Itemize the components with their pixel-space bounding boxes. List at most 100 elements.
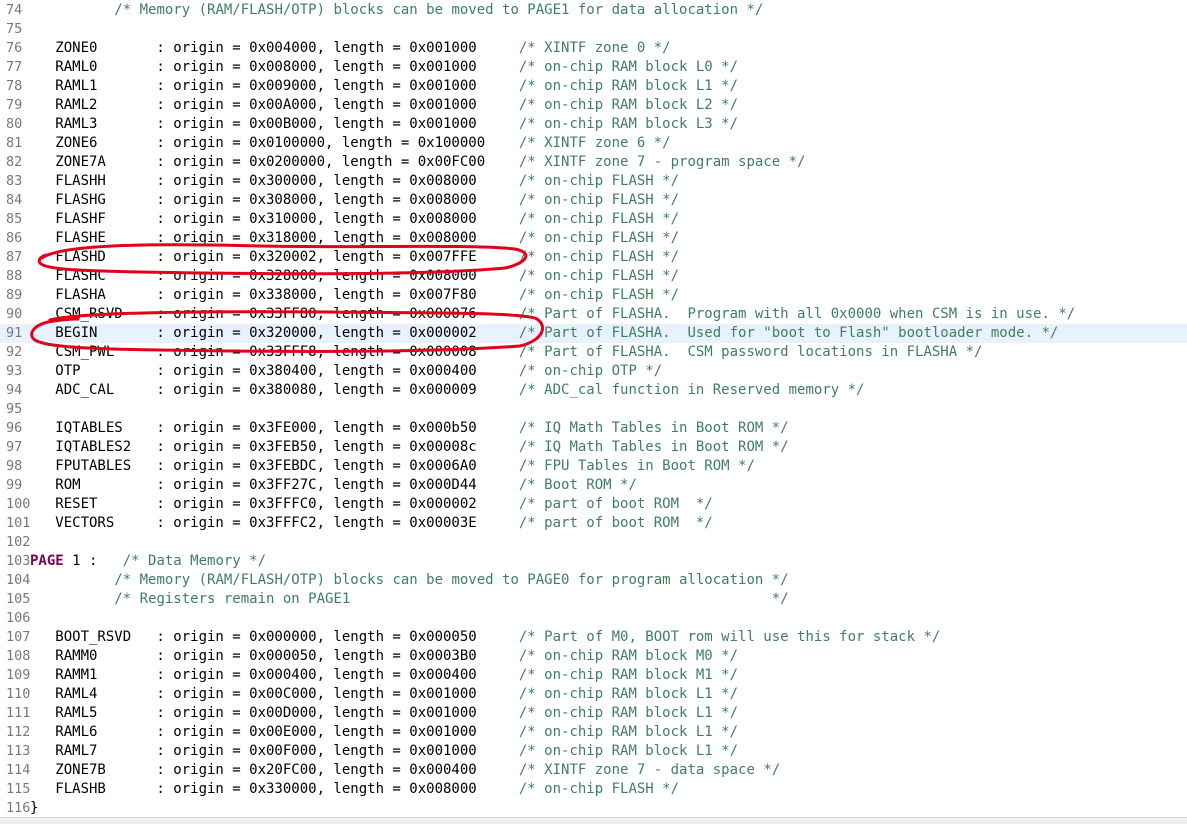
code-comment: /* on-chip RAM block L3 */: [518, 116, 739, 132]
line-number: 115: [6, 781, 31, 797]
code-line[interactable]: 100 RESET : origin = 0x3FFFC0, length = …: [0, 495, 1187, 514]
line-number: 111: [6, 705, 31, 721]
code-comment: /* Part of FLASHA. Used for "boot to Fla…: [518, 325, 1059, 341]
code-body: ZONE7A : origin = 0x0200000, length = 0x…: [30, 154, 519, 170]
code-text: RAML3 : origin = 0x00B000, length = 0x00…: [30, 115, 738, 134]
code-line[interactable]: 95: [0, 400, 1187, 419]
line-number: 93: [6, 363, 23, 379]
code-body: CSM_RSVD : origin = 0x33FF80, length = 0…: [30, 306, 519, 322]
line-number: 79: [6, 97, 23, 113]
code-line[interactable]: 99 ROM : origin = 0x3FF27C, length = 0x0…: [0, 476, 1187, 495]
code-line[interactable]: 104 /* Memory (RAM/FLASH/OTP) blocks can…: [0, 571, 1187, 590]
code-line[interactable]: 83 FLASHH : origin = 0x300000, length = …: [0, 172, 1187, 191]
code-line[interactable]: 92 CSM_PWL : origin = 0x33FFF8, length =…: [0, 343, 1187, 362]
line-number: 78: [6, 78, 23, 94]
code-line[interactable]: 108 RAMM0 : origin = 0x000050, length = …: [0, 647, 1187, 666]
code-line[interactable]: 93 OTP : origin = 0x380400, length = 0x0…: [0, 362, 1187, 381]
code-body: ZONE0 : origin = 0x004000, length = 0x00…: [30, 40, 519, 56]
code-body: RAML1 : origin = 0x009000, length = 0x00…: [30, 78, 519, 94]
line-number: 103: [6, 553, 31, 569]
code-text: FLASHB : origin = 0x330000, length = 0x0…: [30, 780, 679, 799]
code-line[interactable]: 77 RAML0 : origin = 0x008000, length = 0…: [0, 58, 1187, 77]
line-number: 87: [6, 249, 23, 265]
line-number: 97: [6, 439, 23, 455]
code-text: ZONE6 : origin = 0x0100000, length = 0x1…: [30, 134, 670, 153]
code-line[interactable]: 79 RAML2 : origin = 0x00A000, length = 0…: [0, 96, 1187, 115]
code-line[interactable]: 111 RAML5 : origin = 0x00D000, length = …: [0, 704, 1187, 723]
code-line[interactable]: 96 IQTABLES : origin = 0x3FE000, length …: [0, 419, 1187, 438]
code-comment: /* on-chip RAM block L2 */: [518, 97, 739, 113]
code-line[interactable]: 86 FLASHE : origin = 0x318000, length = …: [0, 229, 1187, 248]
code-line[interactable]: 105 /* Registers remain on PAGE1 */: [0, 590, 1187, 609]
line-number: 114: [6, 762, 31, 778]
code-comment: /* on-chip FLASH */: [518, 173, 680, 189]
code-line[interactable]: 116}: [0, 799, 1187, 818]
code-line[interactable]: 81 ZONE6 : origin = 0x0100000, length = …: [0, 134, 1187, 153]
code-line[interactable]: 94 ADC_CAL : origin = 0x380080, length =…: [0, 381, 1187, 400]
code-comment: /* on-chip FLASH */: [518, 192, 680, 208]
code-body: [30, 591, 114, 607]
line-number: 108: [6, 648, 31, 664]
code-comment: /* on-chip FLASH */: [518, 781, 680, 797]
code-text: RAMM1 : origin = 0x000400, length = 0x00…: [30, 666, 738, 685]
code-line[interactable]: 80 RAML3 : origin = 0x00B000, length = 0…: [0, 115, 1187, 134]
code-text: RAML5 : origin = 0x00D000, length = 0x00…: [30, 704, 738, 723]
code-line[interactable]: 76 ZONE0 : origin = 0x004000, length = 0…: [0, 39, 1187, 58]
code-line[interactable]: 103 PAGE 1 : /* Data Memory */: [0, 552, 1187, 571]
code-text: BEGIN : origin = 0x320000, length = 0x00…: [30, 324, 1058, 343]
code-line[interactable]: 109 RAMM1 : origin = 0x000400, length = …: [0, 666, 1187, 685]
code-line[interactable]: 85 FLASHF : origin = 0x310000, length = …: [0, 210, 1187, 229]
code-line[interactable]: 82 ZONE7A : origin = 0x0200000, length =…: [0, 153, 1187, 172]
code-comment: /* IQ Math Tables in Boot ROM */: [518, 420, 789, 436]
code-line[interactable]: 114 ZONE7B : origin = 0x20FC00, length =…: [0, 761, 1187, 780]
code-text: /* Registers remain on PAGE1 */: [30, 590, 788, 609]
code-comment: /* on-chip FLASH */: [518, 230, 680, 246]
code-line[interactable]: 98 FPUTABLES : origin = 0x3FEBDC, length…: [0, 457, 1187, 476]
code-line[interactable]: 115 FLASHB : origin = 0x330000, length =…: [0, 780, 1187, 799]
code-line[interactable]: 97 IQTABLES2 : origin = 0x3FEB50, length…: [0, 438, 1187, 457]
code-line[interactable]: 107 BOOT_RSVD : origin = 0x000000, lengt…: [0, 628, 1187, 647]
code-line[interactable]: 78 RAML1 : origin = 0x009000, length = 0…: [0, 77, 1187, 96]
code-text: FPUTABLES : origin = 0x3FEBDC, length = …: [30, 457, 755, 476]
code-line[interactable]: 90 CSM_RSVD : origin = 0x33FF80, length …: [0, 305, 1187, 324]
code-comment: /* on-chip RAM block L0 */: [518, 59, 739, 75]
code-comment: /* XINTF zone 7 - data space */: [518, 762, 781, 778]
code-line[interactable]: 112 RAML6 : origin = 0x00E000, length = …: [0, 723, 1187, 742]
line-number: 105: [6, 591, 31, 607]
code-text: ZONE7B : origin = 0x20FC00, length = 0x0…: [30, 761, 780, 780]
code-text: OTP : origin = 0x380400, length = 0x0004…: [30, 362, 662, 381]
code-line[interactable]: 75: [0, 20, 1187, 39]
code-line[interactable]: 106: [0, 609, 1187, 628]
code-line[interactable]: 113 RAML7 : origin = 0x00F000, length = …: [0, 742, 1187, 761]
code-body: [30, 2, 114, 18]
code-comment: /* on-chip FLASH */: [518, 268, 680, 284]
code-line[interactable]: 110 RAML4 : origin = 0x00C000, length = …: [0, 685, 1187, 704]
code-line[interactable]: 87 FLASHD : origin = 0x320002, length = …: [0, 248, 1187, 267]
code-body: IQTABLES : origin = 0x3FE000, length = 0…: [30, 420, 519, 436]
code-line[interactable]: 88 FLASHC : origin = 0x328000, length = …: [0, 267, 1187, 286]
code-line[interactable]: 89 FLASHA : origin = 0x338000, length = …: [0, 286, 1187, 305]
code-text: FLASHD : origin = 0x320002, length = 0x0…: [30, 248, 679, 267]
line-number: 94: [6, 382, 23, 398]
code-line[interactable]: 102: [0, 533, 1187, 552]
line-number: 107: [6, 629, 31, 645]
line-number: 81: [6, 135, 23, 151]
code-comment: /* part of boot ROM */: [518, 496, 713, 512]
code-body: FLASHH : origin = 0x300000, length = 0x0…: [30, 173, 519, 189]
line-number: 80: [6, 116, 23, 132]
code-line[interactable]: 91 BEGIN : origin = 0x320000, length = 0…: [0, 324, 1187, 343]
code-body: CSM_PWL : origin = 0x33FFF8, length = 0x…: [30, 344, 519, 360]
code-text: PAGE 1 : /* Data Memory */: [30, 552, 266, 571]
code-body: OTP : origin = 0x380400, length = 0x0004…: [30, 363, 519, 379]
code-line[interactable]: 74 /* Memory (RAM/FLASH/OTP) blocks can …: [0, 1, 1187, 20]
code-body: RAMM0 : origin = 0x000050, length = 0x00…: [30, 648, 519, 664]
code-text: FLASHF : origin = 0x310000, length = 0x0…: [30, 210, 679, 229]
code-comment: /* on-chip FLASH */: [518, 211, 680, 227]
code-comment: /* on-chip FLASH */: [518, 249, 680, 265]
code-text: RESET : origin = 0x3FFFC0, length = 0x00…: [30, 495, 713, 514]
code-body: ZONE7B : origin = 0x20FC00, length = 0x0…: [30, 762, 519, 778]
code-line[interactable]: 101 VECTORS : origin = 0x3FFFC2, length …: [0, 514, 1187, 533]
line-number: 100: [6, 496, 31, 512]
code-line[interactable]: 84 FLASHG : origin = 0x308000, length = …: [0, 191, 1187, 210]
code-editor[interactable]: 74 /* Memory (RAM/FLASH/OTP) blocks can …: [0, 0, 1187, 824]
